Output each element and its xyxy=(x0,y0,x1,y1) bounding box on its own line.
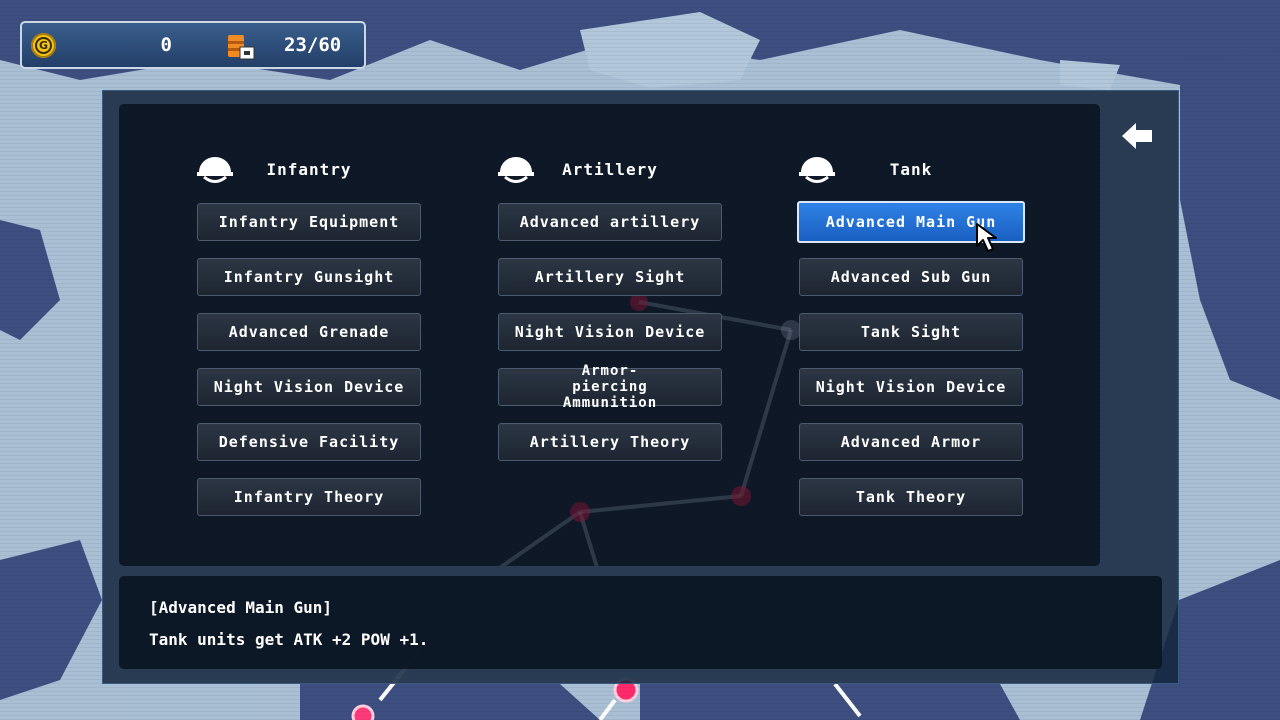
category-title: Infantry xyxy=(266,160,352,179)
helmet-icon xyxy=(799,157,835,183)
tech-tank-sight-button[interactable]: Tank Sight xyxy=(799,313,1023,351)
tech-description-panel: [Advanced Main Gun] Tank units get ATK +… xyxy=(119,576,1162,669)
tech-infantry-night-vision-button[interactable]: Night Vision Device xyxy=(197,368,421,406)
tech-description-title: [Advanced Main Gun] xyxy=(149,598,333,617)
tech-infantry-gunsight-button[interactable]: Infantry Gunsight xyxy=(197,258,421,296)
gold-amount: 0 xyxy=(160,34,172,56)
supply-amount: 23/60 xyxy=(284,34,342,56)
category-title: Tank xyxy=(889,160,933,179)
tech-advanced-artillery-button[interactable]: Advanced artillery xyxy=(498,203,722,241)
resource-bar: G 0 23/60 xyxy=(20,21,366,69)
tech-tank-night-vision-button[interactable]: Night Vision Device xyxy=(799,368,1023,406)
gold-coin-icon: G xyxy=(31,33,56,58)
tech-description-text: Tank units get ATK +2 POW +1. xyxy=(149,630,429,649)
tech-advanced-sub-gun-button[interactable]: Advanced Sub Gun xyxy=(799,258,1023,296)
tech-artillery-night-vision-button[interactable]: Night Vision Device xyxy=(498,313,722,351)
gold-coin-symbol: G xyxy=(35,37,52,54)
helmet-icon xyxy=(197,157,233,183)
tech-artillery-theory-button[interactable]: Artillery Theory xyxy=(498,423,722,461)
tech-advanced-main-gun-button[interactable]: Advanced Main Gun xyxy=(797,201,1025,243)
helmet-icon xyxy=(498,157,534,183)
tech-tank-theory-button[interactable]: Tank Theory xyxy=(799,478,1023,516)
tech-infantry-equipment-button[interactable]: Infantry Equipment xyxy=(197,203,421,241)
tech-armor-piercing-ammunition-button[interactable]: Armor-piercing Ammunition xyxy=(498,363,722,411)
oil-barrel-icon xyxy=(228,35,255,60)
back-arrow-icon[interactable] xyxy=(1120,120,1156,152)
tech-defensive-facility-button[interactable]: Defensive Facility xyxy=(197,423,421,461)
category-title: Artillery xyxy=(562,160,658,179)
tech-advanced-armor-button[interactable]: Advanced Armor xyxy=(799,423,1023,461)
tech-infantry-theory-button[interactable]: Infantry Theory xyxy=(197,478,421,516)
category-artillery-header: Artillery xyxy=(497,152,737,192)
category-infantry-header: Infantry xyxy=(196,152,436,192)
tech-artillery-sight-button[interactable]: Artillery Sight xyxy=(498,258,722,296)
tech-advanced-grenade-button[interactable]: Advanced Grenade xyxy=(197,313,421,351)
category-tank-header: Tank xyxy=(798,152,1038,192)
